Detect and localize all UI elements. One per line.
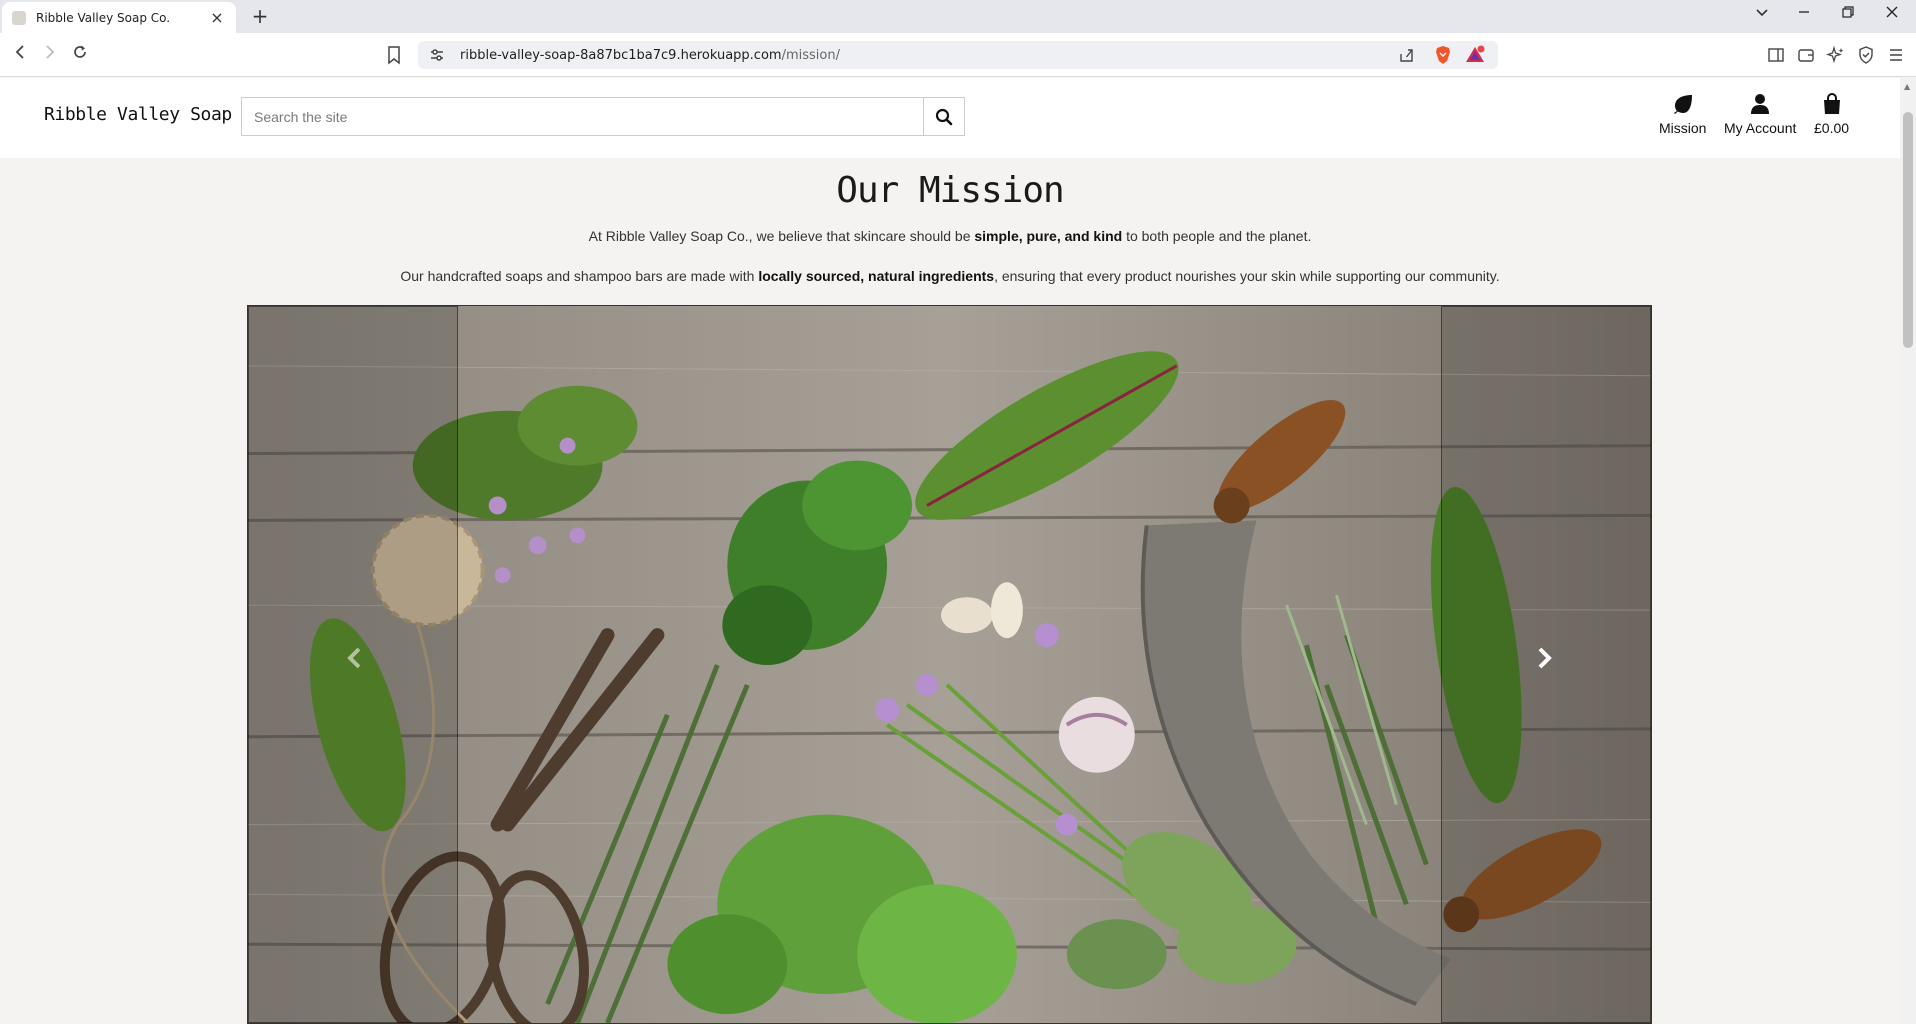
wallet-icon[interactable]	[1796, 45, 1816, 65]
search-button[interactable]	[923, 98, 964, 135]
intro2-text-b: , ensuring that every product nourishes …	[994, 268, 1500, 284]
tab-search-chevron-icon[interactable]	[1748, 5, 1776, 23]
intro1-text-b: to both people and the planet.	[1122, 228, 1312, 244]
browser-tab-bar: Ribble Valley Soap Co. × +	[0, 0, 1916, 33]
restore-button[interactable]	[1834, 5, 1862, 23]
url-host: ribble-valley-soap-8a87bc1ba7c9.herokuap…	[460, 47, 782, 63]
minimize-button[interactable]	[1790, 5, 1818, 23]
favicon-icon	[12, 10, 26, 25]
address-bar[interactable]: ribble-valley-soap-8a87bc1ba7c9.herokuap…	[418, 41, 1498, 69]
intro2-bold: locally sourced, natural ingredients	[758, 268, 995, 284]
nav-mission-label: Mission	[1659, 120, 1707, 136]
url-path: /mission/	[781, 47, 840, 63]
carousel-next-button[interactable]	[1537, 646, 1553, 677]
main-content: Our Mission At Ribble Valley Soap Co., w…	[0, 158, 1900, 1024]
chevron-left-icon	[347, 647, 361, 669]
close-window-button[interactable]	[1878, 5, 1906, 23]
leaf-icon	[1673, 95, 1692, 114]
nav-cart[interactable]: £0.00	[1814, 92, 1849, 136]
search-icon	[935, 108, 953, 125]
page-scrollbar[interactable]: ▲	[1900, 78, 1916, 1024]
vpn-shield-icon[interactable]	[1856, 45, 1876, 65]
bookmark-icon[interactable]	[384, 43, 404, 67]
shopping-bag-icon	[1823, 93, 1840, 114]
scroll-thumb[interactable]	[1903, 112, 1913, 348]
browser-tab[interactable]: Ribble Valley Soap Co. ×	[2, 2, 236, 33]
search-input[interactable]	[242, 98, 924, 135]
mission-intro-2: Our handcrafted soaps and shampoo bars a…	[0, 268, 1900, 284]
back-button[interactable]	[8, 42, 32, 67]
scroll-up-arrow-icon[interactable]: ▲	[1904, 82, 1910, 91]
chevron-right-icon	[1538, 647, 1552, 669]
site-logo[interactable]: Ribble Valley Soap Co.	[44, 104, 274, 125]
page-title: Our Mission	[836, 170, 1064, 211]
menu-icon[interactable]	[1886, 45, 1906, 65]
sidebar-icon[interactable]	[1766, 45, 1786, 65]
site-header: Ribble Valley Soap Co. Mission My Accoun…	[0, 78, 1900, 158]
cart-total: £0.00	[1814, 120, 1850, 136]
leo-ai-icon[interactable]	[1826, 45, 1846, 65]
tab-title: Ribble Valley Soap Co.	[36, 10, 171, 25]
brave-rewards-icon[interactable]	[1464, 44, 1486, 66]
browser-toolbar: ribble-valley-soap-8a87bc1ba7c9.herokuap…	[0, 33, 1916, 77]
reload-button[interactable]	[68, 42, 92, 67]
intro2-text-a: Our handcrafted soaps and shampoo bars a…	[400, 268, 759, 284]
mission-intro-1: At Ribble Valley Soap Co., we believe th…	[0, 228, 1900, 244]
carousel-prev-button[interactable]	[346, 646, 362, 677]
close-tab-button[interactable]: ×	[208, 8, 226, 27]
intro1-bold: simple, pure, and kind	[974, 228, 1123, 244]
nav-my-account[interactable]: My Account	[1724, 92, 1796, 136]
search-form	[241, 97, 965, 136]
nav-my-account-label: My Account	[1724, 120, 1797, 136]
nav-mission[interactable]: Mission	[1659, 92, 1706, 136]
intro1-text-a: At Ribble Valley Soap Co., we believe th…	[588, 228, 975, 244]
new-tab-button[interactable]: +	[248, 4, 272, 28]
forward-button[interactable]	[38, 42, 62, 67]
user-icon	[1751, 94, 1770, 114]
url-text: ribble-valley-soap-8a87bc1ba7c9.herokuap…	[460, 48, 840, 63]
image-carousel[interactable]	[247, 305, 1652, 1024]
brave-shields-icon[interactable]	[1434, 44, 1452, 66]
share-icon[interactable]	[1398, 44, 1416, 66]
site-settings-icon[interactable]	[428, 46, 446, 64]
